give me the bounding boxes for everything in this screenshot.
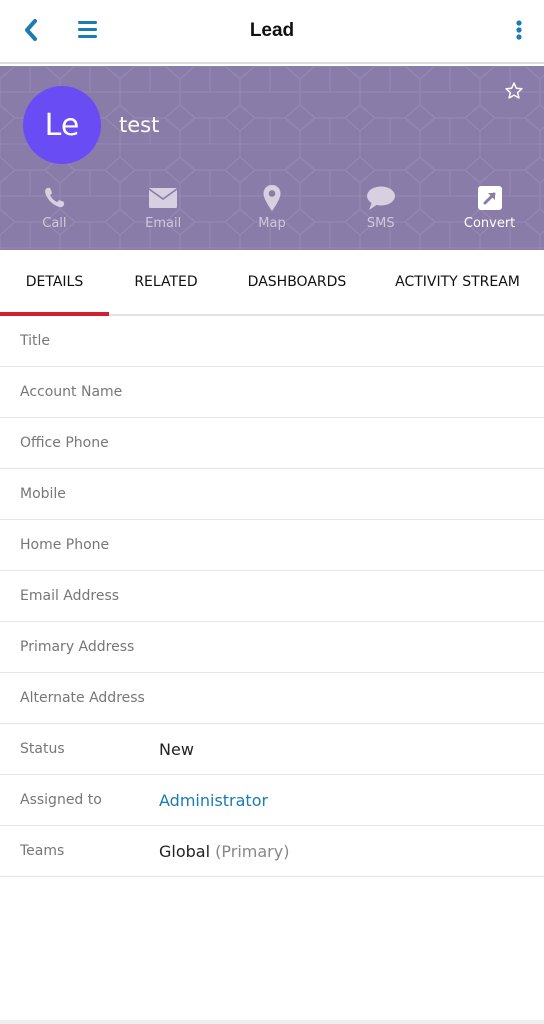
back-button[interactable] [18,16,46,44]
bottom-divider [0,1020,544,1024]
field-label: Alternate Address [20,690,145,706]
field-label: Account Name [20,384,123,400]
field-email-address: Email Address [0,571,544,622]
convert-action-label: Convert [463,216,516,231]
map-pin-icon [263,185,281,211]
quick-actions: Call Email Map SMS Convert [0,184,544,240]
call-action-label: Call [42,216,67,231]
field-assigned-to: Assigned to Administrator [0,775,544,826]
field-label: Assigned to [20,792,102,808]
field-mobile: Mobile [0,469,544,520]
external-arrow-icon [477,186,502,210]
record-name: test [119,113,160,137]
email-action-label: Email [145,216,182,231]
status-value: New [159,739,194,759]
call-action[interactable]: Call [0,184,109,240]
field-label: Mobile [20,486,66,502]
details-list: Title Account Name Office Phone Mobile H… [0,316,544,877]
field-label: Primary Address [20,639,135,655]
field-label: Teams [20,843,65,859]
field-label: Email Address [20,588,120,604]
field-home-phone: Home Phone [0,520,544,571]
sms-action[interactable]: SMS [326,184,435,240]
menu-button[interactable] [76,18,100,42]
field-title: Title [0,316,544,367]
teams-value: Global (Primary) [159,842,289,861]
more-options-button[interactable] [514,18,524,42]
field-account-name: Account Name [0,367,544,418]
tab-activity-stream[interactable]: ACTIVITY STREAM [371,250,544,314]
field-alternate-address: Alternate Address [0,673,544,724]
field-teams: Teams Global (Primary) [0,826,544,877]
tab-details[interactable]: DETAILS [0,250,109,316]
favorite-button[interactable] [504,81,524,101]
field-status: Status New [0,724,544,775]
record-tabs: DETAILS RELATED DASHBOARDS ACTIVITY STRE… [0,250,544,316]
map-action[interactable]: Map [218,184,327,240]
chevron-left-icon [25,19,37,41]
convert-action[interactable]: Convert [435,184,544,240]
assigned-user-link[interactable]: Administrator [159,791,268,810]
team-primary-tag: (Primary) [215,841,290,861]
top-app-bar: Lead [0,0,544,64]
team-name: Global [159,841,211,861]
email-action[interactable]: Email [109,184,218,240]
hamburger-icon [78,21,97,38]
avatar: Le [23,86,101,164]
sms-action-label: SMS [366,216,395,231]
field-label: Status [20,741,65,757]
kebab-vertical-icon [516,20,522,40]
phone-icon [45,187,65,208]
map-action-label: Map [258,216,286,231]
field-label: Office Phone [20,435,109,451]
star-outline-icon [505,82,523,99]
record-header: Le test Call Email Map SMS Convert [0,66,544,250]
field-label: Title [20,333,51,349]
speech-bubble-icon [366,186,395,210]
field-primary-address: Primary Address [0,622,544,673]
tab-dashboards[interactable]: DASHBOARDS [223,250,371,314]
field-office-phone: Office Phone [0,418,544,469]
field-label: Home Phone [20,537,110,553]
tab-related[interactable]: RELATED [109,250,223,314]
envelope-icon [148,188,178,208]
